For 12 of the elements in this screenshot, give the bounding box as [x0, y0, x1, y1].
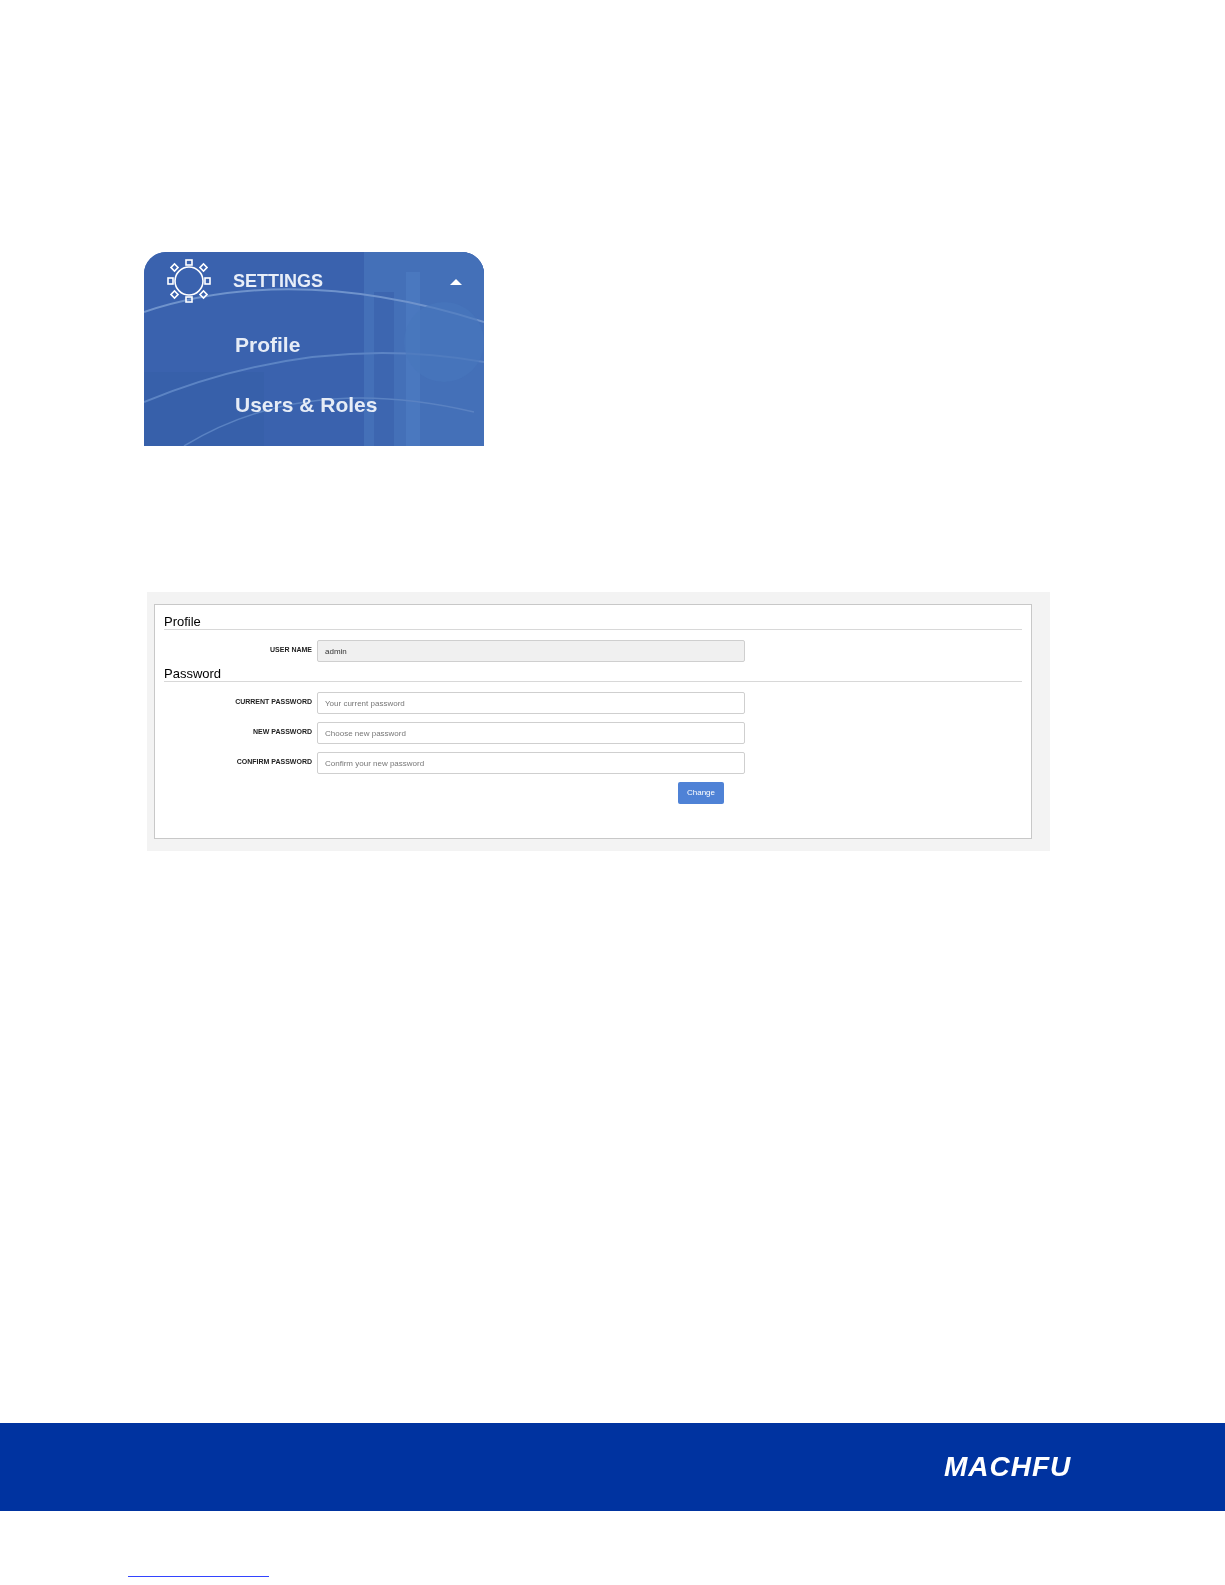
input-field[interactable]: Confirm your new password	[317, 752, 745, 774]
logo: MACHFU	[944, 1450, 1072, 1484]
gear-icon	[166, 258, 212, 304]
section-title: Password	[164, 666, 222, 681]
menu-title[interactable]: SETTINGS	[233, 267, 323, 295]
menu-item[interactable]: Profile	[235, 315, 484, 375]
input-field[interactable]: Your current password	[317, 692, 745, 714]
menu-item[interactable]: Users & Roles	[235, 375, 484, 435]
change-button[interactable]: Change	[678, 782, 724, 804]
caret-icon[interactable]	[450, 277, 462, 285]
input-field[interactable]: Choose new password	[317, 722, 745, 744]
section-title: Profile	[164, 614, 201, 629]
